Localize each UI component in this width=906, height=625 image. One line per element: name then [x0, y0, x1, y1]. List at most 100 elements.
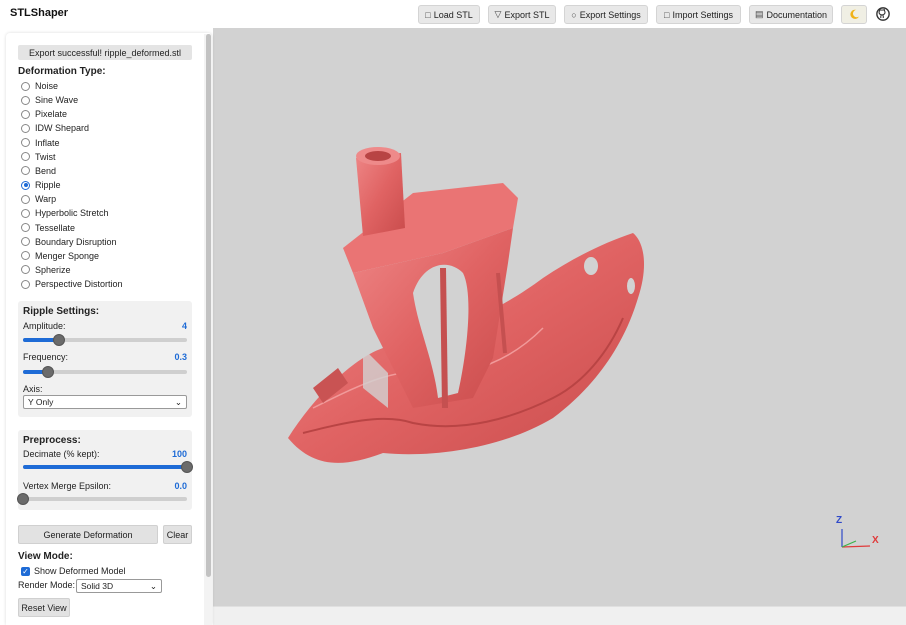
radio-button[interactable]	[21, 95, 30, 105]
radio-button[interactable]	[21, 265, 30, 275]
preprocess-box: Preprocess: Decimate (% kept): 100 Verte…	[17, 430, 193, 510]
radio-button[interactable]	[21, 109, 30, 119]
deformation-option[interactable]: Spherize	[21, 264, 71, 276]
epsilon-label: Vertex Merge Epsilon:	[23, 481, 112, 491]
deformation-option[interactable]: Inflate	[21, 137, 60, 149]
app-title: STLShaper	[10, 7, 69, 19]
deformation-option[interactable]: Hyperbolic Stretch	[21, 207, 109, 219]
deformation-option[interactable]: Twist	[21, 151, 56, 163]
document-icon: ▤	[754, 9, 764, 19]
file-icon: □	[664, 9, 670, 20]
radio-button[interactable]	[21, 180, 30, 190]
status-message: Export successful! ripple_deformed.stl	[18, 45, 192, 60]
deformation-option[interactable]: IDW Shepard	[21, 122, 89, 134]
frequency-slider-thumb[interactable]	[41, 366, 54, 378]
decimate-slider[interactable]	[23, 461, 193, 473]
axis-row: Axis:	[23, 384, 187, 394]
epsilon-slider[interactable]	[17, 493, 187, 505]
decimate-label: Decimate (% kept):	[23, 449, 100, 459]
deformation-option[interactable]: Pixelate	[21, 108, 67, 120]
deformation-option[interactable]: Sine Wave	[21, 94, 78, 106]
epsilon-row: Vertex Merge Epsilon: 0.0	[23, 481, 187, 491]
load-stl-button[interactable]: □ Load STL	[418, 5, 480, 24]
chevron-down-icon: ⌄	[174, 396, 182, 407]
frequency-value: 0.3	[174, 352, 187, 362]
render-mode-label: Render Mode:	[18, 580, 76, 590]
radio-button[interactable]	[21, 138, 30, 148]
axis-select[interactable]: Y Only ⌄	[23, 395, 187, 409]
export-stl-button[interactable]: ▽ Export STL	[488, 5, 556, 24]
github-link[interactable]	[876, 7, 890, 21]
render-mode-value: Solid 3D	[81, 581, 114, 591]
deformation-option[interactable]: Bend	[21, 165, 56, 177]
pin-icon: ○	[571, 9, 577, 20]
export-settings-label: Export Settings	[579, 9, 641, 20]
deformation-option-label: Sine Wave	[35, 95, 79, 106]
view-mode-heading: View Mode:	[18, 551, 73, 562]
frequency-slider[interactable]	[23, 366, 187, 378]
decimate-row: Decimate (% kept): 100	[23, 449, 187, 459]
show-deformed-checkbox[interactable]: ✓	[21, 567, 30, 576]
documentation-button[interactable]: ▤ Documentation	[749, 5, 833, 24]
amplitude-label: Amplitude:	[23, 321, 66, 331]
deformation-option-label: Tessellate	[35, 222, 76, 233]
download-icon: ▽	[494, 9, 502, 19]
deformation-option[interactable]: Noise	[21, 80, 58, 92]
radio-button[interactable]	[21, 123, 30, 133]
axis-label: Axis:	[23, 384, 43, 394]
export-stl-label: Export STL	[504, 9, 550, 20]
radio-button[interactable]	[21, 237, 30, 247]
preprocess-heading: Preprocess:	[23, 435, 81, 446]
amplitude-row: Amplitude: 4	[23, 321, 187, 331]
frequency-row: Frequency: 0.3	[23, 352, 187, 362]
generate-deformation-button[interactable]: Generate Deformation	[18, 525, 158, 544]
deformation-option[interactable]: Warp	[21, 193, 56, 205]
amplitude-slider[interactable]	[23, 334, 187, 346]
radio-button[interactable]	[21, 81, 30, 91]
github-icon	[876, 7, 890, 21]
axes-gizmo: Z X	[830, 515, 890, 555]
deformation-option-label: Noise	[35, 81, 59, 91]
deformation-option-label: Warp	[35, 194, 57, 205]
deformation-option-label: Ripple	[35, 180, 61, 191]
amplitude-slider-thumb[interactable]	[53, 334, 66, 346]
reset-view-button[interactable]: Reset View	[18, 598, 70, 617]
deformation-option-label: Pixelate	[35, 109, 68, 120]
radio-button[interactable]	[21, 279, 30, 289]
deformed-model	[288, 147, 645, 463]
import-settings-button[interactable]: □ Import Settings	[656, 5, 741, 24]
import-settings-label: Import Settings	[672, 9, 733, 20]
radio-button[interactable]	[21, 208, 30, 218]
frequency-label: Frequency:	[23, 352, 69, 362]
epsilon-slider-thumb[interactable]	[17, 493, 29, 505]
deformation-option-label: Spherize	[35, 264, 71, 275]
theme-toggle-button[interactable]	[841, 5, 867, 24]
panel-scrollbar-thumb[interactable]	[206, 34, 211, 577]
deformation-option-label: Twist	[35, 151, 56, 162]
radio-button[interactable]	[21, 251, 30, 261]
radio-button[interactable]	[21, 223, 30, 232]
radio-button[interactable]	[21, 194, 30, 204]
render-mode-select[interactable]: Solid 3D ⌄	[76, 579, 162, 593]
deformation-option[interactable]: Menger Sponge	[21, 250, 99, 262]
deformation-option[interactable]: Perspective Distortion	[21, 278, 123, 290]
deformation-option[interactable]: Ripple	[21, 179, 61, 191]
deformation-option[interactable]: Tessellate	[21, 222, 75, 234]
top-bar: STLShaper □ Load STL ▽ Export STL ○ Expo…	[0, 0, 906, 28]
deformation-option[interactable]: Boundary Disruption	[21, 236, 117, 248]
ripple-settings-box: Ripple Settings: Amplitude: 4 Frequency:…	[18, 301, 192, 417]
control-panel: Export successful! ripple_deformed.stl D…	[6, 33, 212, 625]
clear-button[interactable]: Clear	[163, 525, 192, 544]
radio-button[interactable]	[21, 166, 30, 176]
deformation-option-label: Bend	[35, 165, 57, 176]
3d-viewport[interactable]	[213, 28, 906, 606]
deformation-option-label: Perspective Distortion	[35, 279, 123, 290]
deformation-option-label: Hyperbolic Stretch	[35, 208, 109, 219]
amplitude-value: 4	[181, 321, 187, 331]
radio-button[interactable]	[21, 152, 30, 162]
load-stl-label: Load STL	[433, 9, 473, 20]
export-settings-button[interactable]: ○ Export Settings	[564, 5, 648, 24]
ripple-settings-heading: Ripple Settings:	[23, 306, 100, 317]
axis-select-value: Y Only	[28, 397, 54, 407]
decimate-slider-thumb[interactable]	[181, 461, 193, 473]
